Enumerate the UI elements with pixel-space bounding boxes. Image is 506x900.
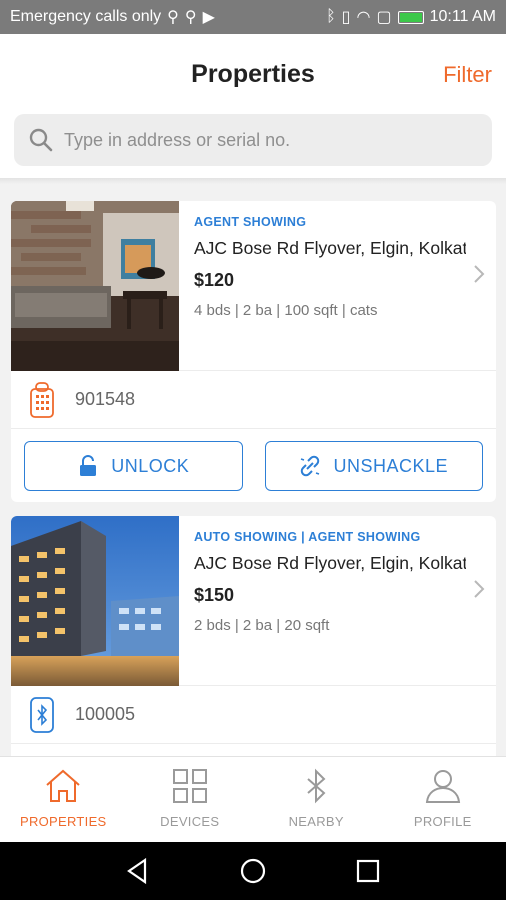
bluetooth-status-icon: ᛒ: [326, 8, 336, 25]
device-serial-row: 901548: [11, 371, 496, 429]
device-serial-number: 100005: [75, 704, 136, 724]
chevron-right-icon: [474, 265, 485, 283]
usb-icon: ⚲: [167, 9, 179, 26]
unlock-label: UNLOCK: [111, 455, 190, 476]
property-summary[interactable]: AGENT SHOWING AJC Bose Rd Flyover, Elgin…: [11, 201, 496, 371]
app-header: Properties Filter: [0, 34, 506, 184]
chevron-right-icon: [474, 580, 485, 598]
usb-icon-2: ⚲: [184, 9, 197, 26]
tab-devices[interactable]: DEVICES: [127, 757, 254, 842]
header-divider: [0, 178, 506, 184]
property-card: AUTO SHOWING | AGENT SHOWING AJC Bose Rd…: [11, 516, 496, 776]
filter-button[interactable]: Filter: [443, 62, 492, 88]
tab-profile[interactable]: PROFILE: [380, 757, 506, 842]
property-address: AJC Bose Rd Flyover, Elgin, Kolkata, Wes…: [194, 553, 466, 573]
tab-properties[interactable]: PROPERTIES: [0, 757, 127, 842]
clock: 10:11 AM: [429, 8, 496, 25]
back-icon[interactable]: [123, 856, 153, 886]
property-photo: [11, 201, 179, 371]
unshackle-label: UNSHACKLE: [333, 455, 449, 476]
play-store-icon: ▶: [202, 9, 215, 26]
vibrate-icon: ▯: [341, 9, 351, 26]
home-button-icon[interactable]: [238, 856, 268, 886]
search-bar[interactable]: [14, 114, 492, 166]
page-title: Properties: [191, 60, 315, 88]
keypad-lock-icon: [30, 381, 54, 418]
action-buttons: UNLOCK UNSHACKLE: [11, 429, 496, 502]
property-card: AGENT SHOWING AJC Bose Rd Flyover, Elgin…: [11, 201, 496, 502]
property-info: AUTO SHOWING | AGENT SHOWING AJC Bose Rd…: [179, 516, 496, 685]
recents-icon[interactable]: [353, 856, 383, 886]
bluetooth-lock-icon: [30, 696, 54, 733]
carrier-status-text: Emergency calls only: [10, 8, 162, 25]
tab-label: PROFILE: [413, 814, 472, 829]
property-address: AJC Bose Rd Flyover, Elgin, Kolkata, Wes…: [194, 238, 466, 258]
sim-icon: ▢: [376, 9, 392, 26]
device-serial-row: 100005: [11, 686, 496, 744]
unshackle-button[interactable]: UNSHACKLE: [264, 441, 483, 491]
property-summary[interactable]: AUTO SHOWING | AGENT SHOWING AJC Bose Rd…: [11, 516, 496, 686]
broken-link-icon: [301, 455, 320, 477]
unlock-icon: [80, 455, 97, 476]
property-price: $120: [194, 270, 235, 290]
grid-icon: [172, 769, 207, 803]
status-bar: Emergency calls only ⚲ ⚲ ▶ ᛒ ▯ ◠ ▢ 10:11…: [0, 0, 506, 34]
showing-type-tag: AGENT SHOWING: [194, 215, 307, 229]
device-serial-number: 901548: [75, 389, 136, 409]
search-input[interactable]: [64, 129, 464, 151]
tab-label: NEARBY: [288, 814, 344, 829]
tab-label: PROPERTIES: [19, 814, 107, 829]
battery-icon: [397, 10, 424, 24]
system-nav-bar: [0, 842, 506, 900]
user-icon: [425, 770, 460, 803]
showing-type-tag: AUTO SHOWING | AGENT SHOWING: [194, 530, 421, 544]
tab-nearby[interactable]: NEARBY: [253, 757, 380, 842]
search-icon: [29, 128, 53, 152]
property-photo: [11, 516, 179, 686]
unlock-button[interactable]: UNLOCK: [24, 441, 243, 491]
property-price: $150: [194, 585, 235, 605]
property-info: AGENT SHOWING AJC Bose Rd Flyover, Elgin…: [179, 201, 496, 370]
bluetooth-icon: [307, 768, 326, 804]
wifi-icon: ◠: [356, 9, 371, 26]
property-specs: 2 bds | 2 ba | 20 sqft: [194, 617, 330, 634]
home-icon: [46, 769, 80, 802]
bottom-tab-bar: PROPERTIES DEVICES NEARBY PROFILE: [0, 756, 506, 842]
tab-label: DEVICES: [160, 814, 220, 829]
property-specs: 4 bds | 2 ba | 100 sqft | cats: [194, 302, 378, 319]
